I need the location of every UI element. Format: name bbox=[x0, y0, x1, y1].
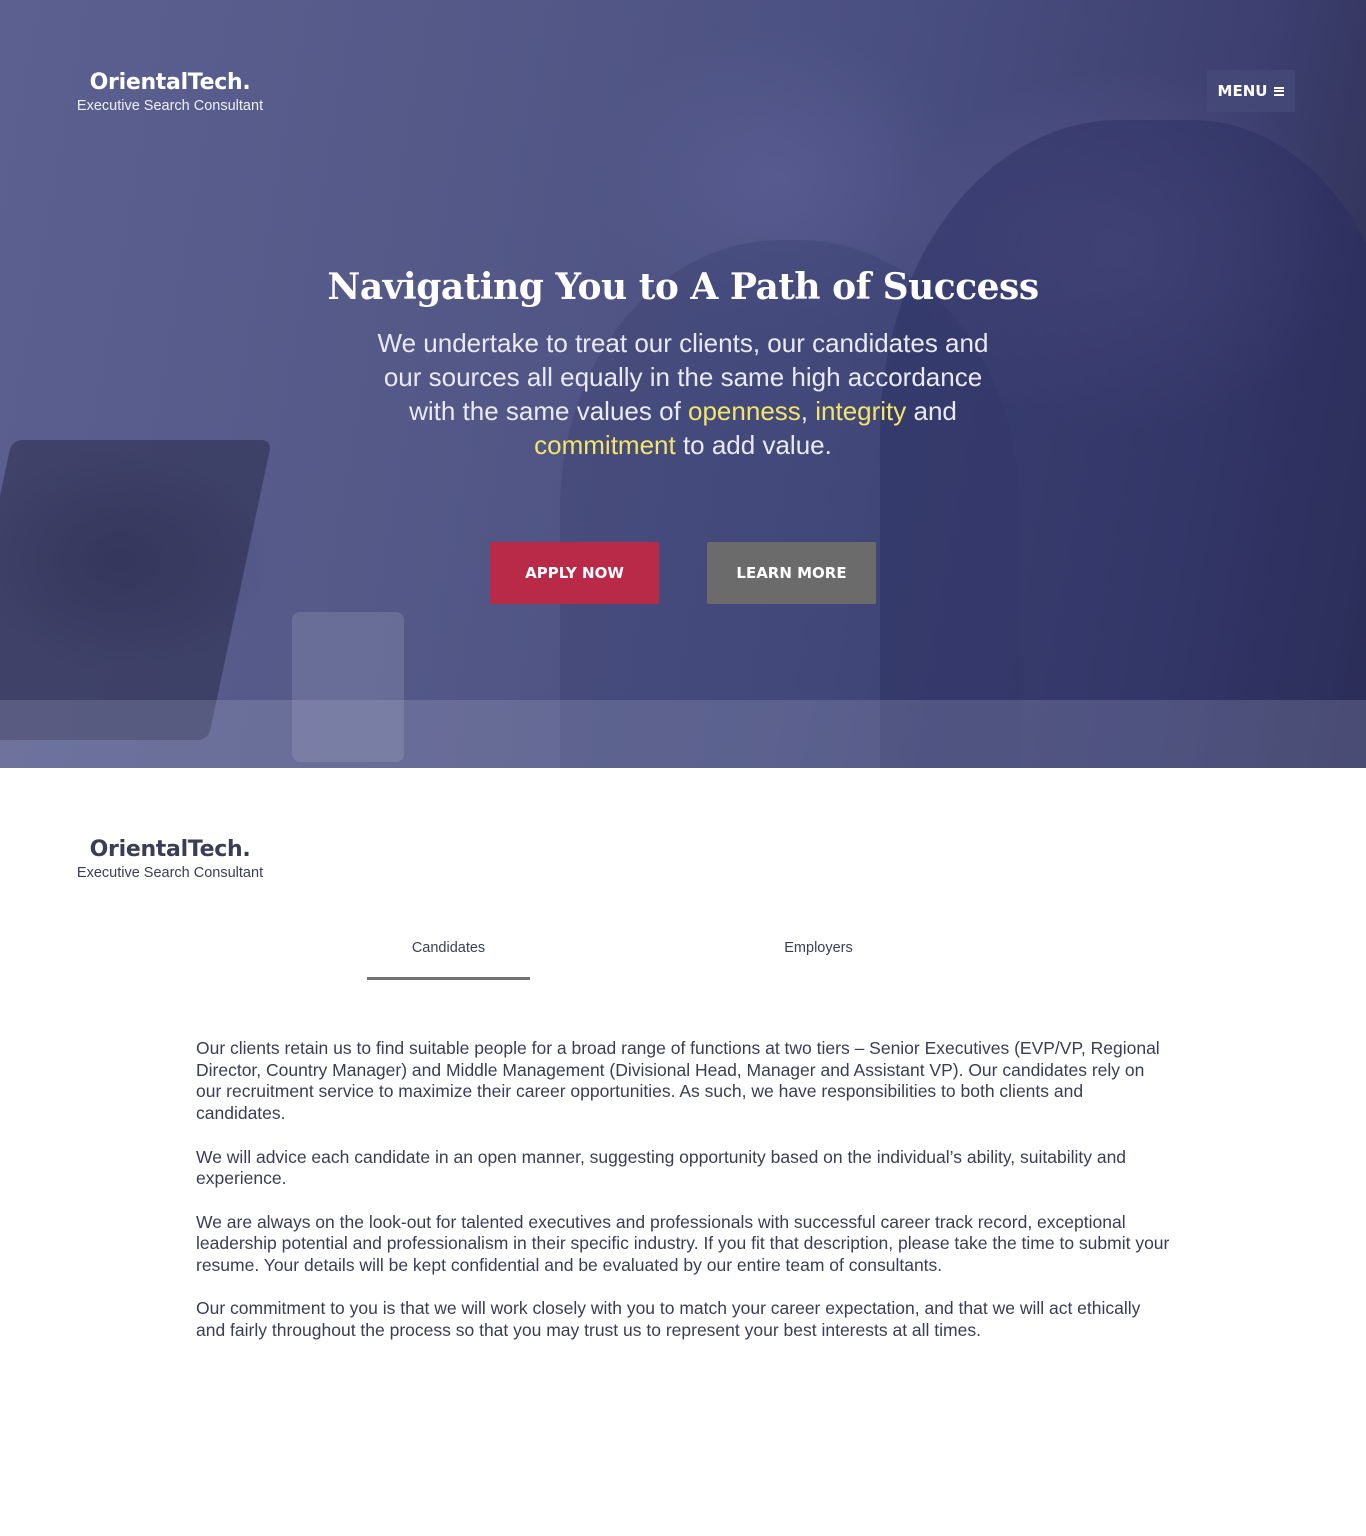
logo-tagline: Executive Search Consultant bbox=[76, 865, 264, 881]
hero-text-sep2: and bbox=[906, 396, 957, 426]
logo-name: OrientalTech. bbox=[89, 70, 251, 95]
hero-photo-person-left bbox=[560, 240, 1020, 768]
hero-photo-glass bbox=[292, 612, 404, 762]
paragraph-clients: Our clients retain us to find suitable p… bbox=[196, 1038, 1160, 1124]
audience-tabs: Candidates Employers bbox=[367, 932, 997, 980]
menu-label: MENU bbox=[1217, 82, 1268, 100]
hero-photo-laptop bbox=[0, 440, 272, 740]
menu-button[interactable]: MENU bbox=[1207, 70, 1295, 112]
paragraph-lookout: We are always on the look-out for talent… bbox=[196, 1211, 1170, 1275]
hero-photo-table bbox=[0, 700, 1366, 768]
highlight-commitment: commitment bbox=[534, 430, 676, 460]
logo-tagline: Executive Search Consultant bbox=[76, 98, 264, 114]
tab-candidates[interactable]: Candidates bbox=[367, 932, 530, 980]
hamburger-icon bbox=[1274, 86, 1285, 96]
tab-employers[interactable]: Employers bbox=[737, 932, 900, 980]
apply-now-button[interactable]: APPLY NOW bbox=[490, 542, 659, 604]
section-logo[interactable]: OrientalTech. Executive Search Consultan… bbox=[70, 837, 270, 883]
hero-text-part2: to add value. bbox=[675, 430, 832, 460]
tab-content-candidates: Our clients retain us to find suitable p… bbox=[196, 1038, 1171, 1363]
header-logo[interactable]: OrientalTech. Executive Search Consultan… bbox=[70, 70, 270, 116]
highlight-openness: openness bbox=[688, 396, 801, 426]
paragraph-commitment: Our commitment to you is that we will wo… bbox=[196, 1298, 1141, 1341]
logo-name: OrientalTech. bbox=[89, 837, 251, 862]
learn-more-button[interactable]: LEARN MORE bbox=[707, 542, 876, 604]
hero-text-sep1: , bbox=[800, 396, 816, 426]
hero-description: We undertake to treat our clients, our c… bbox=[363, 326, 1003, 462]
hero-banner: OrientalTech. Executive Search Consultan… bbox=[0, 0, 1366, 768]
highlight-integrity: integrity bbox=[815, 396, 907, 426]
paragraph-advice: We will advice each candidate in an open… bbox=[196, 1146, 1127, 1189]
hero-title: Navigating You to A Path of Success bbox=[327, 266, 1039, 308]
